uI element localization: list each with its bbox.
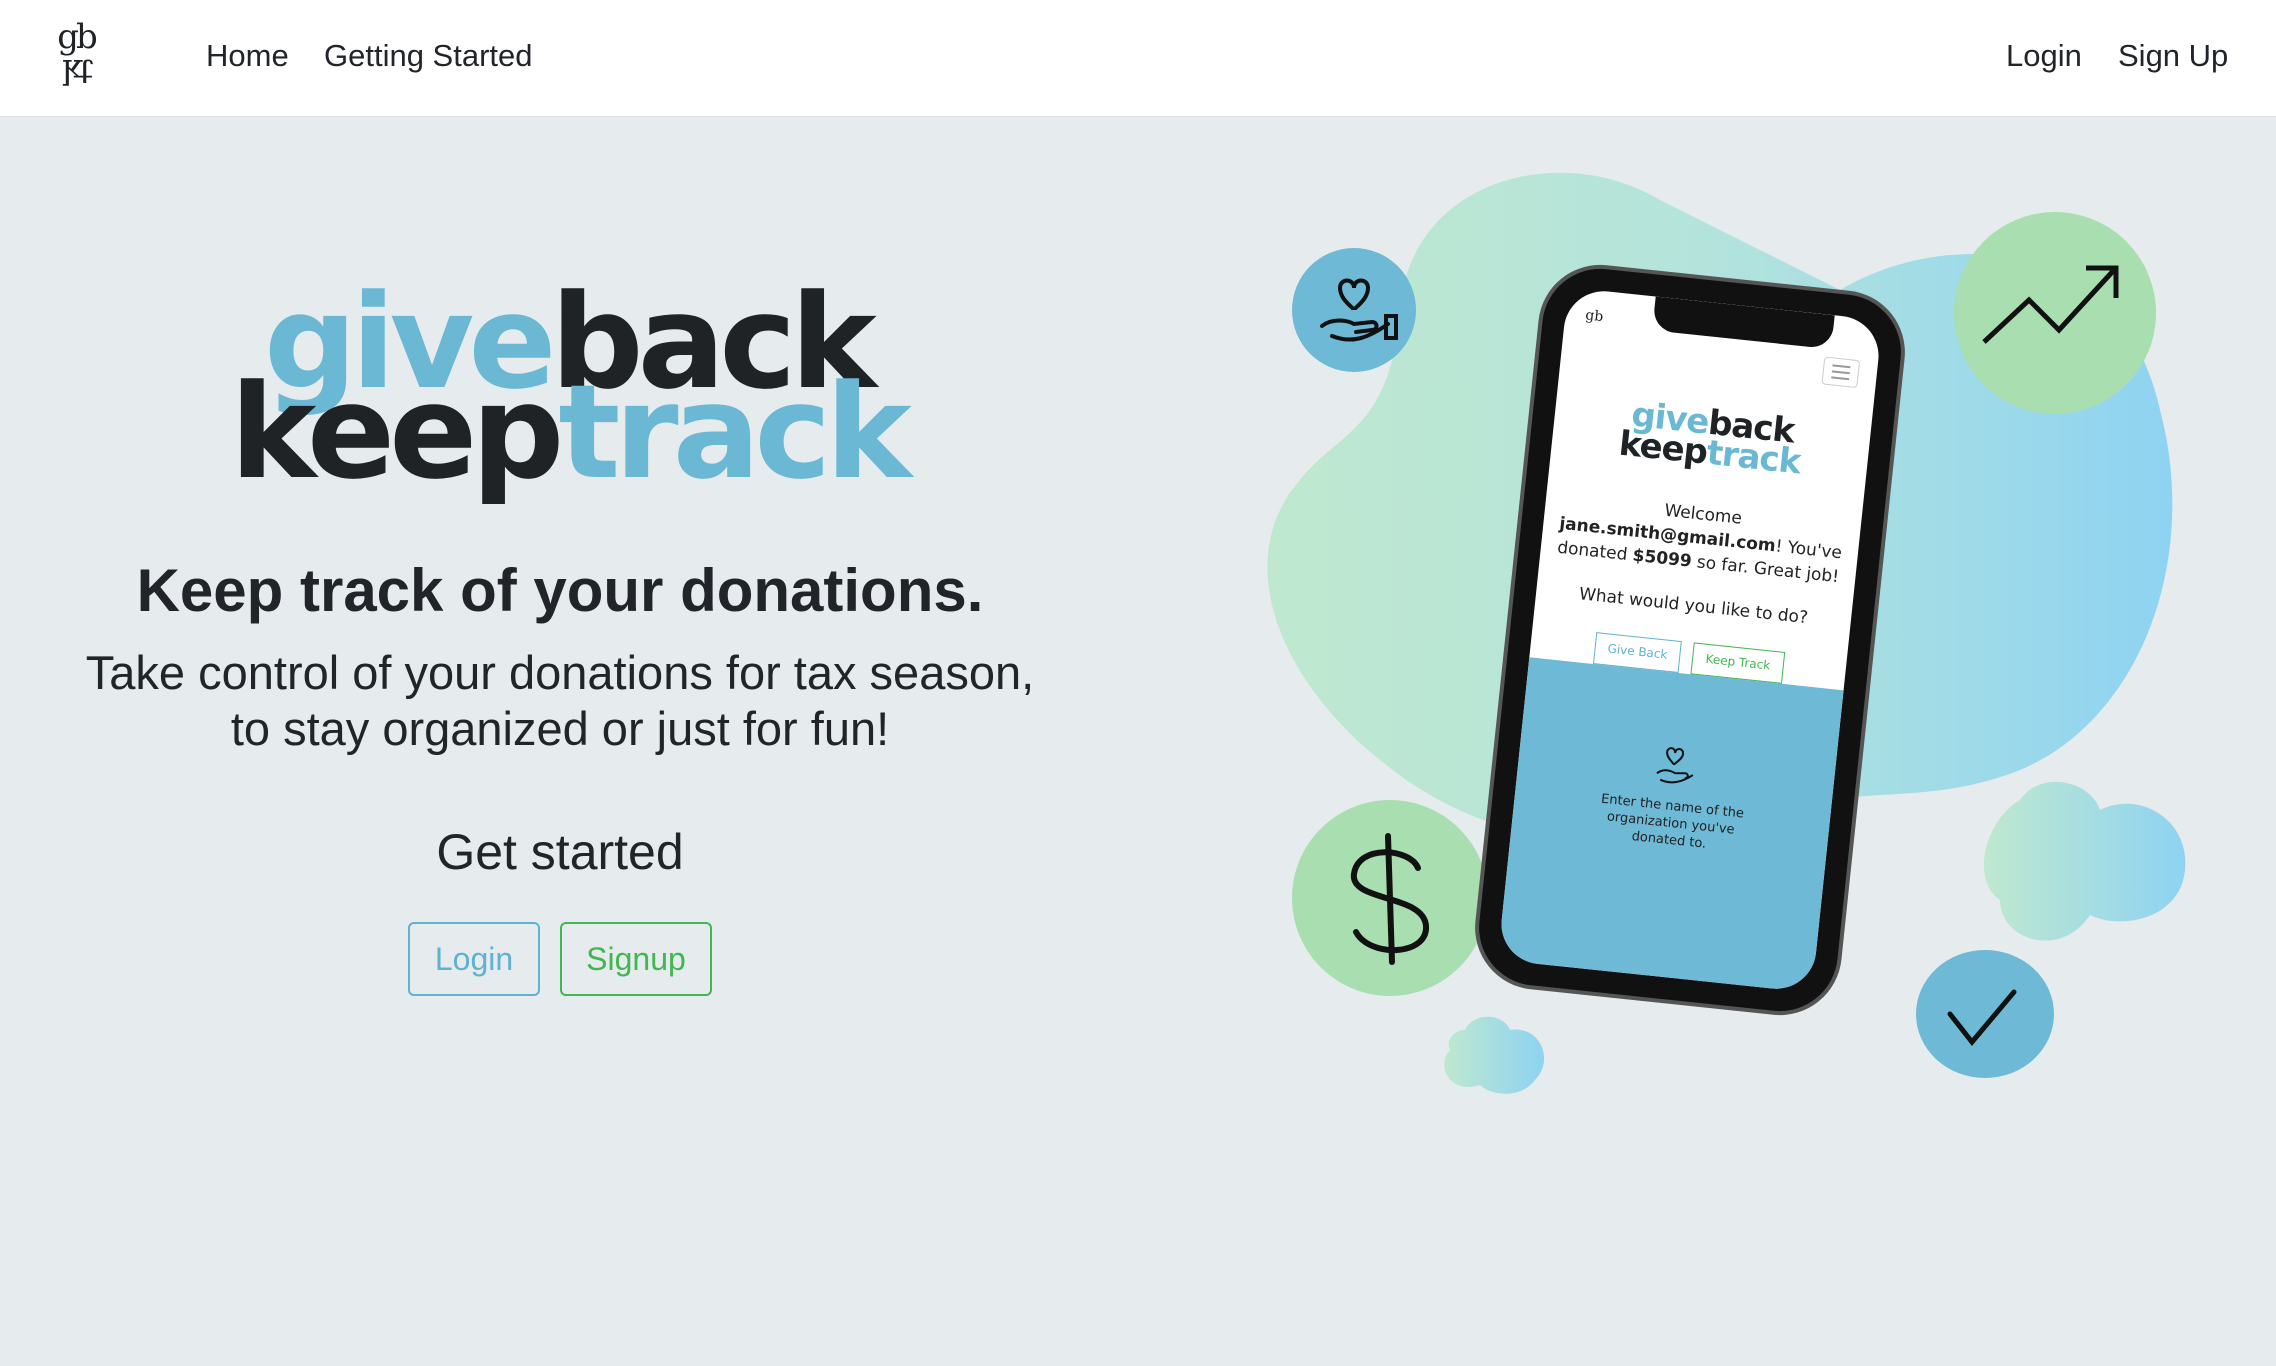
hero-illustration: gb giveback keeptrack Welcome jane.smith…: [1240, 160, 2240, 1120]
dollar-icon: [1350, 833, 1429, 965]
phone-youve: ! You've: [1774, 536, 1843, 564]
nav-login-link[interactable]: Login: [2006, 38, 2082, 74]
site-logo[interactable]: gb kt: [46, 20, 106, 98]
hero-section: giveback keeptrack Keep track of your do…: [0, 117, 1120, 1366]
nav-home-link[interactable]: Home: [206, 38, 289, 74]
hero-headline: Keep track of your donations.: [136, 557, 984, 624]
hero-subtitle-line1: Take control of your donations for tax s…: [85, 646, 1035, 699]
phone-question: What would you like to do?: [1578, 584, 1809, 629]
phone-lower-text: Enter the name of the organization you'v…: [1600, 791, 1745, 852]
phone-lower-panel: Enter the name of the organization you'v…: [1497, 657, 1844, 993]
brand-track: track: [558, 356, 911, 508]
checkmark-icon: [1947, 989, 2017, 1046]
brand-wordmark: giveback keeptrack: [230, 277, 912, 497]
logo-top: gb: [57, 17, 98, 57]
brand-keep: keep: [230, 356, 564, 508]
dollar-circle: [1292, 800, 1488, 996]
login-button[interactable]: Login: [408, 922, 540, 996]
nav-signup-link[interactable]: Sign Up: [2118, 38, 2228, 74]
trend-up-icon: [1982, 265, 2119, 344]
phone-donated-pre: donated: [1556, 537, 1634, 566]
heart-hand-circle: [1292, 248, 1416, 372]
phone-brand: giveback keeptrack: [1551, 392, 1872, 485]
phone-logo: gb: [1584, 307, 1605, 326]
get-started-heading: Get started: [436, 824, 684, 880]
hero-subtitle-line2: to stay organized or just for fun!: [230, 702, 890, 755]
heart-hand-icon: [1320, 278, 1398, 342]
hamburger-menu-icon: [1821, 356, 1861, 389]
check-circle: [1916, 950, 2054, 1078]
phone-screen: gb giveback keeptrack Welcome jane.smith…: [1497, 287, 1883, 993]
phone-mockup: gb giveback keeptrack Welcome jane.smith…: [1473, 263, 1907, 1017]
phone-heart-hand-icon: [1656, 746, 1694, 784]
phone-brand-keep: keep: [1617, 423, 1709, 473]
phone-amount: $5099: [1631, 545, 1693, 572]
navbar: gb kt Home Getting Started Login Sign Up: [0, 0, 2276, 117]
hero-subtitle: Take control of your donations for tax s…: [0, 645, 1120, 757]
trend-circle: [1954, 212, 2156, 414]
nav-getting-started-link[interactable]: Getting Started: [324, 38, 533, 74]
phone-notch: [1652, 296, 1835, 350]
signup-button[interactable]: Signup: [560, 922, 712, 996]
logo-bottom: kt: [61, 51, 91, 91]
phone-brand-track: track: [1704, 432, 1803, 483]
